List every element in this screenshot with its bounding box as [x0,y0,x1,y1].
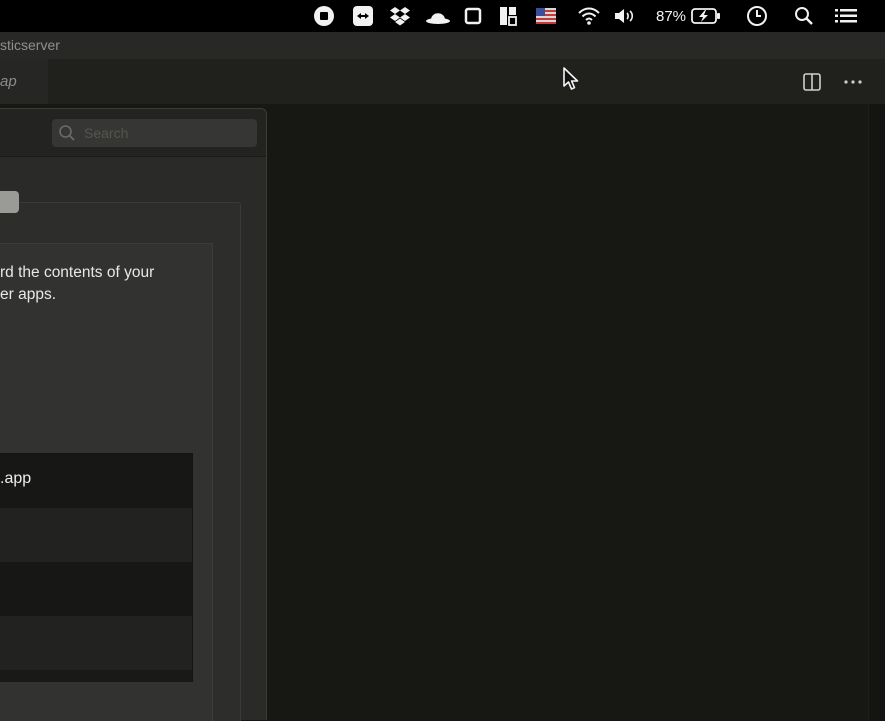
split-editor-icon[interactable] [802,72,822,92]
list-item[interactable] [0,508,192,562]
wifi-icon[interactable] [576,4,602,28]
square-icon[interactable] [462,4,484,28]
flag-icon[interactable] [535,4,557,28]
scrollbar-gutter[interactable] [868,104,885,720]
bowler-hat-icon[interactable] [424,4,452,28]
list-footer [0,670,192,682]
search-placeholder: Search [84,125,129,141]
description-line-1: rd the contents of your [0,264,155,281]
volume-icon[interactable] [612,4,638,28]
more-icon[interactable] [842,72,864,92]
battery-percent: 87% [652,4,690,28]
window-title: sticserver [0,37,60,53]
list-icon[interactable] [832,4,860,28]
tab-bar: ap [0,59,885,104]
dropbox-icon[interactable] [388,4,412,28]
description-text: rd the contents of your er apps. [0,262,200,306]
mouse-cursor-icon [562,66,580,92]
list-item[interactable] [0,562,192,616]
search-field-icon [59,125,75,141]
record-icon[interactable] [312,4,336,28]
battery-charging-icon[interactable] [690,4,722,28]
grid-layout-icon[interactable] [497,4,519,28]
menu-bar: 87% [0,0,885,32]
content-card: rd the contents of your er apps. .app [0,243,213,721]
description-line-2: er apps. [0,286,57,303]
list-item-label: .app [0,470,32,487]
list-item[interactable] [0,616,192,670]
panel-header: Search [0,109,266,157]
search-icon[interactable] [792,4,816,28]
side-panel: Search rd the contents of your er apps. … [0,108,267,721]
teamviewer-icon[interactable] [351,4,375,28]
window-titlebar: sticserver [0,32,885,59]
tab-label: ap [0,73,17,90]
list-item[interactable]: .app [0,454,192,508]
tab-active[interactable]: ap [0,59,48,104]
battery-percent-label: 87% [655,7,687,25]
search-input[interactable]: Search [52,119,257,147]
app-list: .app [0,453,193,682]
clock-icon[interactable] [744,4,770,28]
section-button[interactable] [0,191,19,213]
